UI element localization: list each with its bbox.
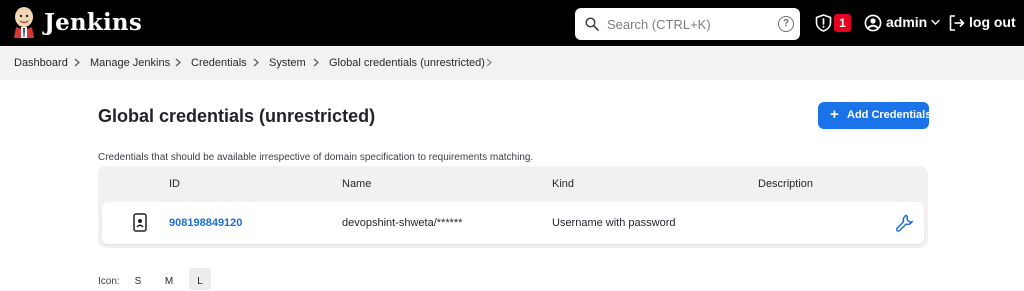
chevron-right-icon[interactable] xyxy=(313,58,319,67)
chevron-down-icon[interactable] xyxy=(931,19,940,26)
security-shield-icon[interactable] xyxy=(815,14,832,32)
breadcrumb-dashboard[interactable]: Dashboard xyxy=(14,57,68,69)
search-help-icon[interactable]: ? xyxy=(778,16,794,32)
user-avatar-icon xyxy=(864,14,882,32)
breadcrumb-global-credentials[interactable]: Global credentials (unrestricted) xyxy=(329,57,485,69)
add-credentials-label[interactable]: Add Credentials xyxy=(847,109,931,121)
column-header-description[interactable]: Description xyxy=(758,178,813,190)
brand-name[interactable]: Jenkins xyxy=(44,9,142,36)
breadcrumb-credentials[interactable]: Credentials xyxy=(191,57,247,69)
logout-icon xyxy=(949,15,965,31)
breadcrumb: Dashboard Manage Jenkins Credentials Sys… xyxy=(0,46,1024,80)
logout-label[interactable]: log out xyxy=(969,14,1016,30)
icon-size-small[interactable]: S xyxy=(127,268,149,290)
add-credentials-button[interactable]: + Add Credentials xyxy=(818,102,931,129)
plus-icon: + xyxy=(830,106,839,123)
credential-type-icon xyxy=(133,213,147,232)
page-title: Global credentials (unrestricted) xyxy=(98,106,376,126)
user-name[interactable]: admin xyxy=(886,14,927,30)
column-header-name[interactable]: Name xyxy=(342,178,371,190)
column-header-kind[interactable]: Kind xyxy=(552,178,574,190)
credentials-table: ID Name Kind Description 908198849120 de… xyxy=(98,166,928,248)
wrench-icon[interactable] xyxy=(894,211,916,233)
chevron-right-icon[interactable] xyxy=(486,58,492,67)
chevron-right-icon[interactable] xyxy=(74,58,80,67)
breadcrumb-manage-jenkins[interactable]: Manage Jenkins xyxy=(90,57,170,69)
chevron-right-icon[interactable] xyxy=(175,58,181,67)
breadcrumb-system[interactable]: System xyxy=(269,57,306,69)
top-header: Jenkins ? 1 admin log out xyxy=(0,0,1024,46)
icon-size-large[interactable]: L xyxy=(189,268,211,290)
credential-id-link[interactable]: 908198849120 xyxy=(169,217,242,229)
icon-size-label: Icon: xyxy=(98,276,120,287)
icon-size-medium[interactable]: M xyxy=(158,268,180,290)
credential-kind: Username with password xyxy=(552,217,676,229)
column-header-id[interactable]: ID xyxy=(169,178,180,190)
jenkins-logo-icon[interactable] xyxy=(10,6,38,38)
credential-name: devopshint-shweta/****** xyxy=(342,217,463,229)
page-description: Credentials that should be available irr… xyxy=(98,152,534,163)
search-input[interactable] xyxy=(607,14,757,34)
chevron-right-icon[interactable] xyxy=(253,58,259,67)
search-box[interactable]: ? xyxy=(575,8,800,40)
search-icon xyxy=(585,17,599,31)
table-row: 908198849120 devopshint-shweta/****** Us… xyxy=(102,202,924,244)
notification-badge[interactable]: 1 xyxy=(834,14,851,32)
